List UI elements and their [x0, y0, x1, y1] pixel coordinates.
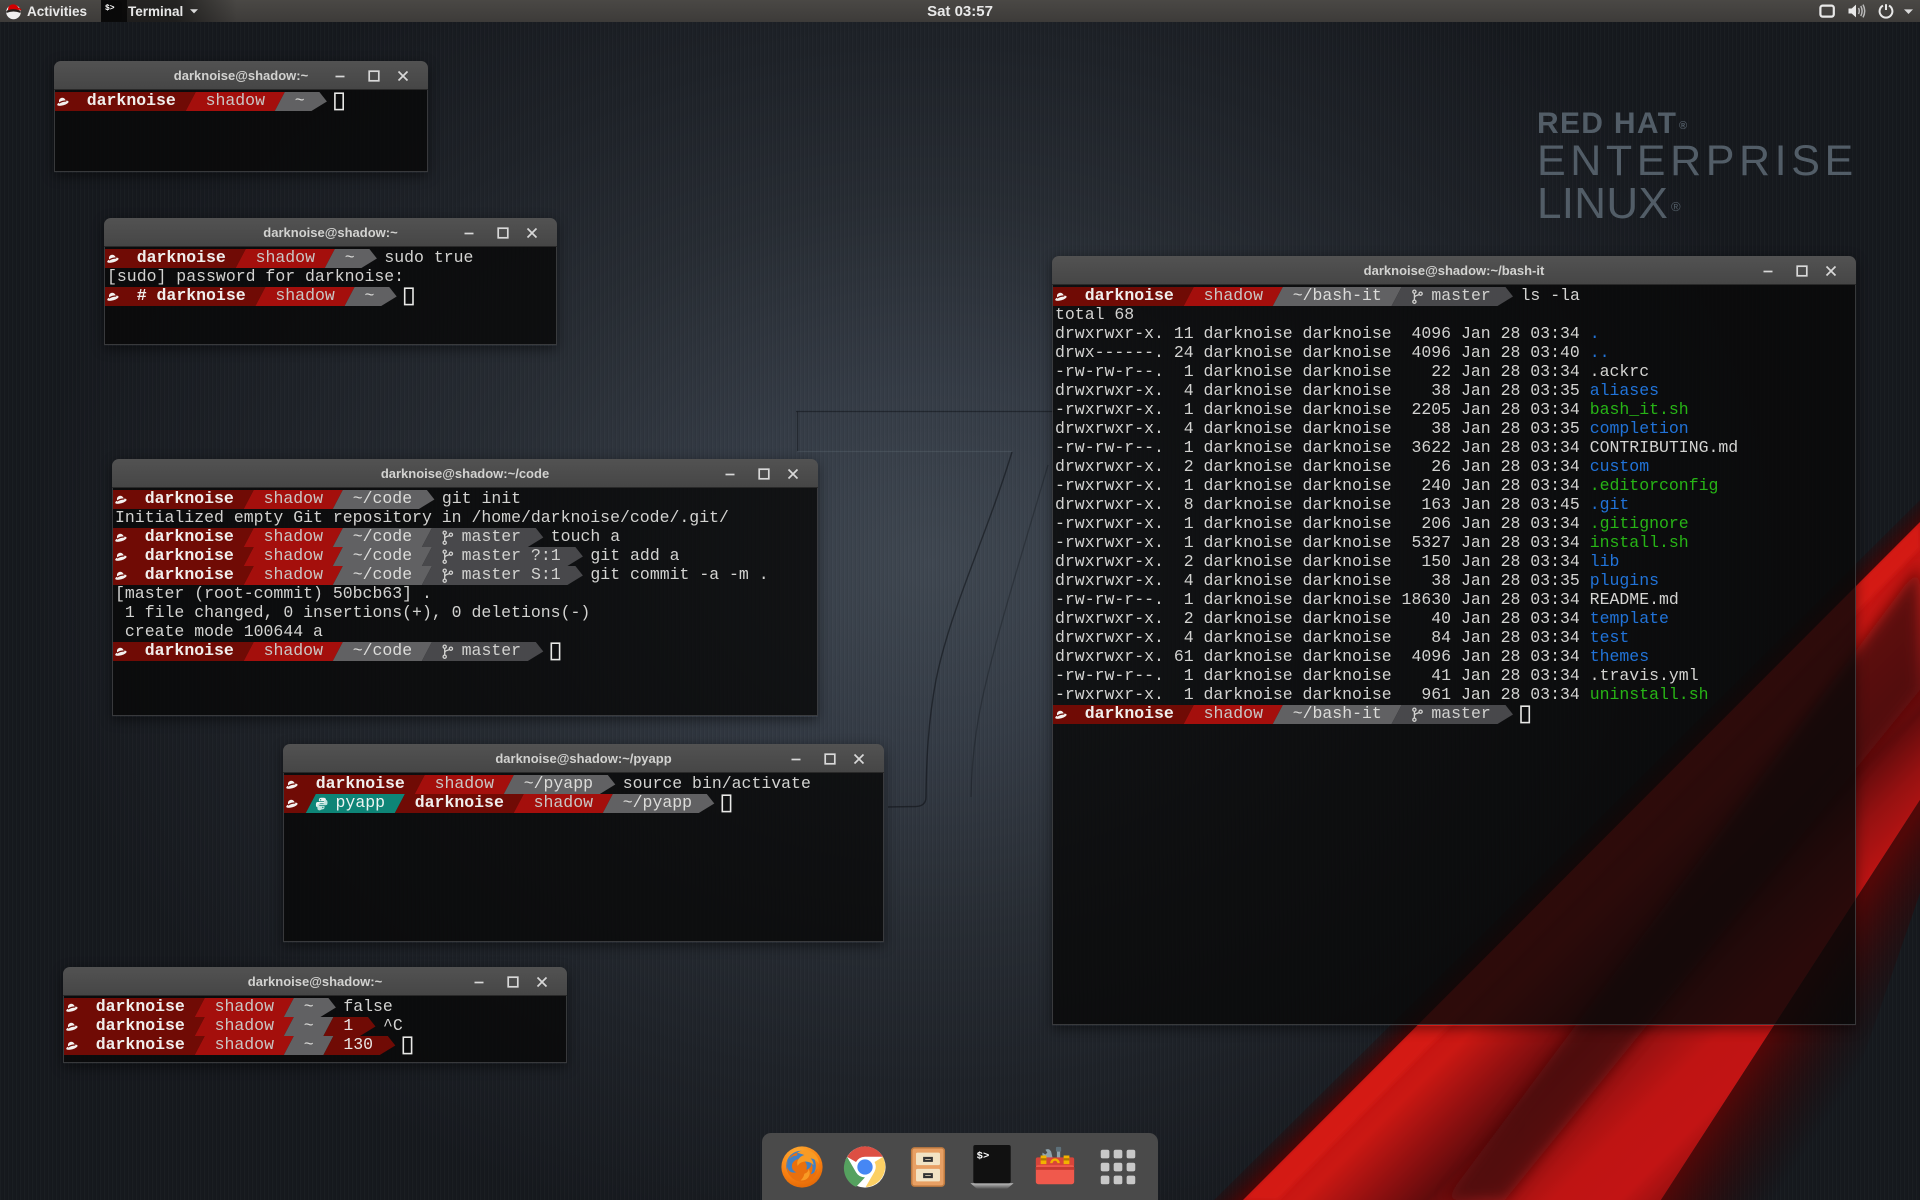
svg-text:$>: $> [105, 4, 115, 13]
svg-text:$>: $> [976, 1150, 989, 1162]
